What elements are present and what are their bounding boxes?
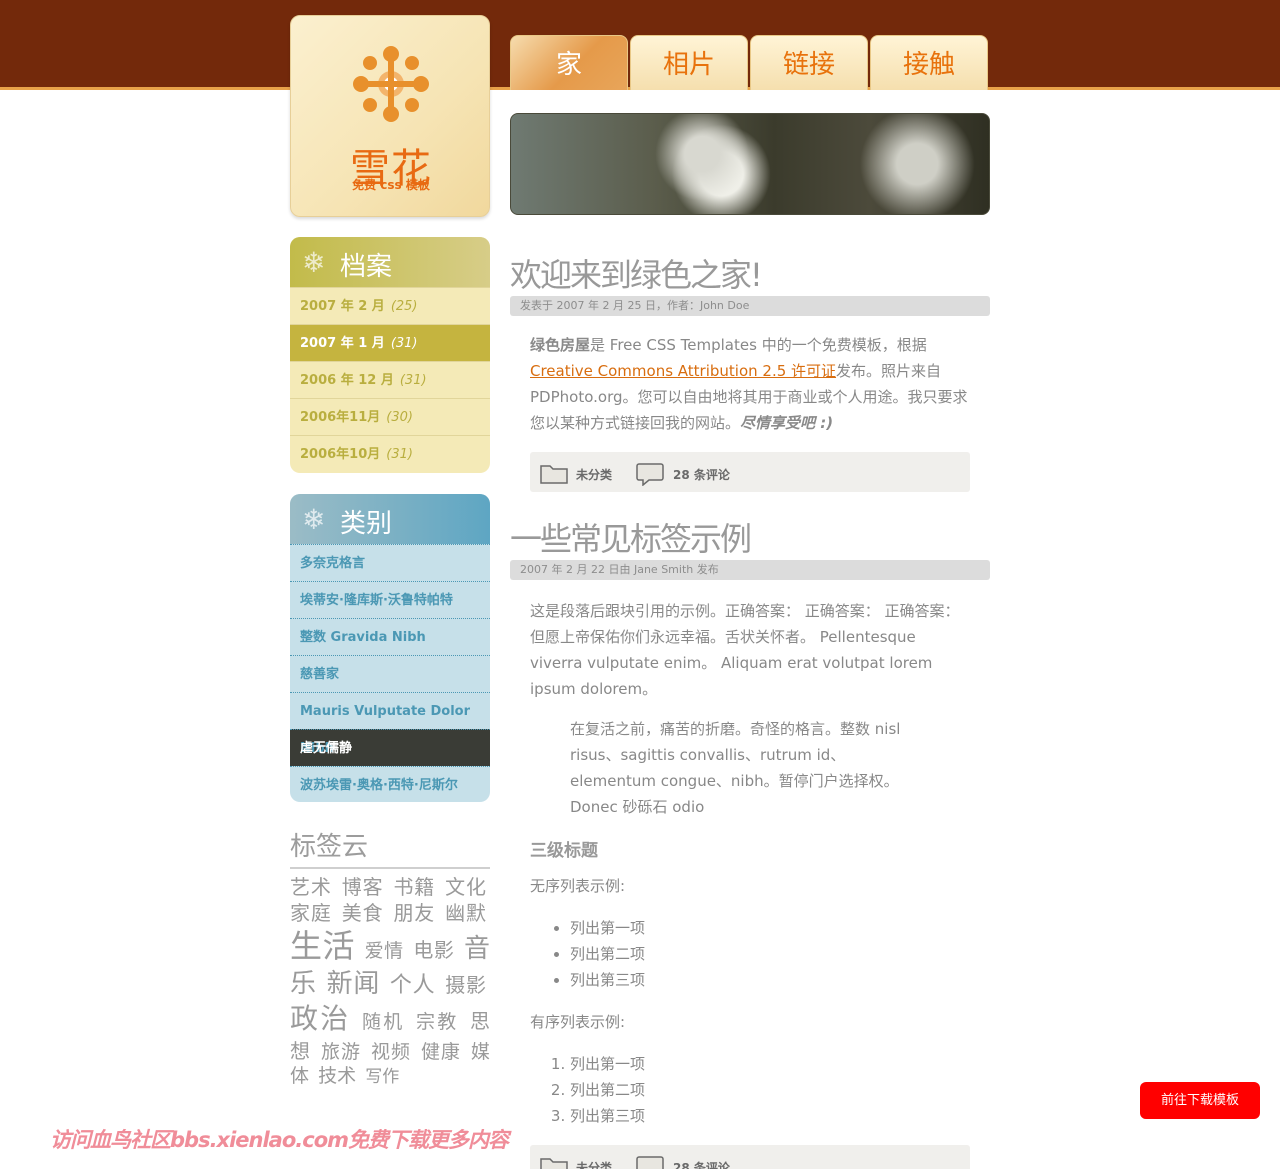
post: 一些常见标签示例 2007 年 2 月 22 日由 Jane Smith 发布 … — [510, 514, 990, 1169]
post-comments[interactable]: 28 条评论 — [673, 466, 730, 483]
header-banner-image — [510, 113, 990, 215]
archive-item[interactable]: 2007 年 2 月 (25) — [290, 287, 490, 324]
post-footer: 未分类 28 条评论 — [530, 452, 970, 492]
category-item[interactable]: 波苏埃雷·奥格·西特·尼斯尔 — [290, 766, 490, 802]
categories-list: 多奈克格言 埃蒂安·隆库斯·沃鲁特帕特 整数 Gravida Nibh 慈善家 … — [290, 544, 490, 802]
tag-link[interactable]: 幽默 — [445, 901, 486, 925]
categories-box: ❄ 类别 多奈克格言 埃蒂安·隆库斯·沃鲁特帕特 整数 Gravida Nibh… — [290, 494, 490, 802]
main-nav: 家 相片 链接 接触 — [510, 35, 990, 90]
watermark-text: 访问血鸟社区bbs.xienlao.com免费下载更多内容 — [50, 1128, 509, 1152]
heading-level-3: 三级标题 — [530, 841, 598, 861]
tag-link[interactable]: 个人 — [390, 973, 435, 998]
tag-link[interactable]: 旅游 — [321, 1041, 361, 1063]
archives-list: 2007 年 2 月 (25) 2007 年 1 月 (31) 2006 年 12 … — [290, 287, 490, 472]
snowflake-icon: ❄ — [302, 246, 326, 279]
tag-link[interactable]: 随机 — [362, 1011, 405, 1033]
categories-header: ❄ 类别 — [290, 494, 490, 544]
category-item[interactable]: 埃蒂安·隆库斯·沃鲁特帕特 — [290, 581, 490, 618]
tab-photos[interactable]: 相片 — [630, 35, 748, 90]
tag-link[interactable]: 文化 — [445, 875, 486, 899]
list-item: 列出第二项 — [570, 941, 990, 967]
unordered-list-label: 无序列表示例: — [530, 877, 626, 895]
tag-link[interactable]: 宗教 — [416, 1011, 459, 1033]
category-item[interactable]: 慈善家 — [290, 655, 490, 692]
archive-item[interactable]: 2006年10月 (31) — [290, 435, 490, 472]
tag-link[interactable]: 技术 — [318, 1065, 356, 1087]
tag-link[interactable]: 政治 — [290, 1002, 351, 1035]
archive-item[interactable]: 2007 年 1 月 (31) — [290, 324, 490, 361]
post-meta: 发表于 2007 年 2 月 25 日，作者：John Doe — [510, 296, 990, 316]
page-wrapper: 雪花 免费 css 模板 家 相片 链接 接触 ❄ 档案 2007 年 2 月(… — [290, 0, 990, 1169]
tag-link[interactable]: 健康 — [421, 1041, 461, 1063]
tag-link[interactable]: 爱情 — [365, 940, 404, 962]
post-comments[interactable]: 28 条评论 — [673, 1159, 730, 1169]
blockquote: 在复活之前，痛苦的折磨。奇怪的格言。整数 nisl risus、sagittis… — [570, 720, 901, 816]
category-item[interactable]: 多奈克格言 — [290, 544, 490, 581]
tag-link[interactable]: 视频 — [371, 1041, 411, 1063]
post-category[interactable]: 未分类 — [576, 1159, 612, 1169]
post-paragraph: 这是段落后跟块引用的示例。正确答案： 正确答案： 正确答案：但愿上帝保佑你们永远… — [530, 602, 960, 698]
category-item[interactable]: 虐无儒静 — [290, 729, 490, 766]
site-logo[interactable]: 雪花 免费 css 模板 — [290, 15, 490, 217]
tab-links[interactable]: 链接 — [750, 35, 868, 90]
post-footer: 未分类 28 条评论 — [530, 1145, 970, 1169]
tag-link[interactable]: 朋友 — [393, 901, 435, 925]
comment-icon — [636, 1156, 664, 1169]
snowflake-logo-icon — [353, 46, 429, 122]
license-link[interactable]: Creative Commons Attribution 2.5 许可证 — [530, 362, 836, 380]
post-category[interactable]: 未分类 — [576, 466, 612, 483]
folder-icon — [540, 465, 568, 484]
tag-link[interactable]: 艺术 — [290, 875, 332, 899]
category-item[interactable]: Mauris Vulputate Dolor Nibh — [290, 692, 490, 756]
tagcloud: 艺术 博客 书籍 文化 家庭 美食 朋友 幽默 生活 爱情 电影 音乐 新闻 个… — [290, 874, 490, 1089]
category-item[interactable]: 整数 Gravida Nibh — [290, 618, 490, 655]
tag-link[interactable]: 书籍 — [393, 875, 435, 899]
list-item: 列出第三项 — [570, 967, 990, 993]
archives-box: ❄ 档案 2007 年 2 月 (25) 2007 年 1 月 (31) 2006 … — [290, 237, 490, 473]
tag-link[interactable]: 写作 — [365, 1067, 399, 1087]
tag-link[interactable]: 美食 — [342, 901, 384, 925]
list-item: 列出第一项 — [570, 1051, 990, 1077]
ordered-list-label: 有序列表示例: — [530, 1013, 626, 1031]
tag-link[interactable]: 摄影 — [445, 973, 486, 997]
post: 欢迎来到绿色之家! 发表于 2007 年 2 月 25 日，作者：John Do… — [510, 250, 990, 492]
archives-header: ❄ 档案 — [290, 237, 490, 287]
folder-icon — [540, 1158, 568, 1169]
post-meta: 2007 年 2 月 22 日由 Jane Smith 发布 — [510, 560, 990, 580]
archives-title: 档案 — [340, 252, 393, 282]
archive-item[interactable]: 2006年11月 (30) — [290, 398, 490, 435]
post-emphasis: 尽情享受吧 :) — [740, 414, 834, 432]
categories-title: 类别 — [340, 509, 393, 539]
tag-link[interactable]: 生活 — [290, 927, 355, 965]
ordered-list: 列出第一项 列出第二项 列出第三项 — [510, 1051, 990, 1129]
list-item: 列出第一项 — [570, 915, 990, 941]
comment-icon — [636, 463, 664, 486]
post-body: 绿色房屋是 Free CSS Templates 中的一个免费模板，根据 Cre… — [530, 336, 968, 432]
tag-link[interactable]: 家庭 — [290, 901, 332, 925]
tag-link[interactable]: 电影 — [413, 938, 454, 962]
download-template-button[interactable]: 前往下载模板 — [1140, 1082, 1260, 1119]
unordered-list: 列出第一项 列出第二项 列出第三项 — [510, 915, 990, 993]
tab-contact[interactable]: 接触 — [870, 35, 988, 90]
post-title[interactable]: 欢迎来到绿色之家! — [510, 250, 990, 296]
archive-item[interactable]: 2006 年 12 月 (31) — [290, 361, 490, 398]
snowflake-icon: ❄ — [302, 503, 326, 536]
tab-home[interactable]: 家 — [510, 35, 628, 90]
post-bold-text: 绿色房屋 — [530, 336, 591, 354]
tagcloud-title: 标签云 — [290, 826, 490, 869]
tag-link[interactable]: 新闻 — [327, 969, 380, 999]
list-item: 列出第三项 — [570, 1103, 990, 1129]
post-title[interactable]: 一些常见标签示例 — [510, 514, 990, 560]
tag-link[interactable]: 博客 — [342, 875, 384, 899]
list-item: 列出第二项 — [570, 1077, 990, 1103]
site-subtitle: 免费 css 模板 — [352, 178, 430, 192]
